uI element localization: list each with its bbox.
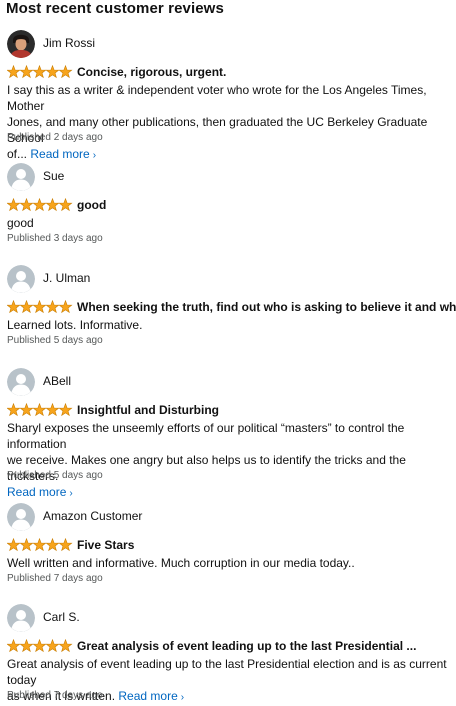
review-body-line: Well written and informative. Much corru… [7,556,355,570]
star-icon [58,639,73,653]
star-icon [45,300,60,314]
review-title[interactable]: Five Stars [77,538,134,552]
star-icon [32,198,47,212]
review-item: ABell Insightful and Disturbing Sharyl exp… [0,368,456,499]
section-heading: Most recent customer reviews [6,0,224,17]
star-icon [7,198,21,212]
star-icon [32,65,47,79]
reviewer-profile[interactable]: J. Ulman [0,265,456,293]
review-title[interactable]: good [77,198,106,212]
star-icon [7,639,21,653]
review-body-line: Learned lots. Informative. [7,318,143,332]
star-icon [7,65,21,79]
reviewer-name[interactable]: J. Ulman [43,271,90,285]
star-icon [7,300,21,314]
review-body: Well written and informative. Much corru… [7,555,447,571]
default-avatar-icon[interactable] [7,503,35,531]
review-item: Jim Rossi Concise, rigorous, urgent. I say… [0,30,456,161]
star-icon [19,300,34,314]
star-rating[interactable] [7,300,73,314]
reviewer-name[interactable]: Jim Rossi [43,36,95,50]
reviews-page: Most recent customer reviews Jim Rossi Co… [0,0,456,705]
reviewer-profile[interactable]: Jim Rossi [0,30,456,58]
chevron-right-icon: › [180,692,185,703]
published-date: Published 7 days ago [7,573,103,584]
star-icon [58,538,73,552]
star-icon [19,65,34,79]
star-icon [32,403,47,417]
published-date: Published 3 days ago [7,233,103,244]
read-more-row: Read more › [7,484,447,502]
review-body: Learned lots. Informative. [7,317,447,333]
review-body-line: I say this as a writer & independent vot… [7,83,427,113]
star-rating[interactable] [7,639,73,653]
review-body-line: good [7,216,34,230]
star-icon [45,403,60,417]
review-item: Sue good good Published 3 days ago [0,163,456,244]
review-body-line: of... Read more › [7,147,97,161]
review-body: Sharyl exposes the unseemly efforts of o… [7,420,447,502]
star-icon [19,403,34,417]
reviewer-name[interactable]: Sue [43,169,64,183]
star-icon [58,403,73,417]
published-date: Published 5 days ago [7,335,103,346]
review-item: Amazon Customer Five Stars Well written an… [0,503,456,584]
user-photo-icon[interactable] [7,30,35,58]
review-header: Insightful and Disturbing [7,403,219,417]
reviewer-profile[interactable]: Carl S. [0,604,456,632]
default-avatar-icon[interactable] [7,163,35,191]
read-more-link[interactable]: Read more [118,689,177,703]
review-header: Concise, rigorous, urgent. [7,65,226,79]
review-body: I say this as a writer & independent vot… [7,82,447,164]
review-item: Carl S. Great analysis of event leading u… [0,604,456,703]
review-header: When seeking the truth, find out who is … [7,300,456,314]
chevron-right-icon: › [92,150,97,161]
chevron-right-icon: › [69,488,73,499]
star-icon [19,198,34,212]
star-icon [45,639,60,653]
review-body-line: Great analysis of event leading up to th… [7,657,447,687]
star-icon [45,65,60,79]
star-icon [58,198,73,212]
star-icon [19,639,34,653]
star-icon [7,538,21,552]
reviewer-profile[interactable]: Sue [0,163,456,191]
review-header: Great analysis of event leading up to th… [7,639,416,653]
read-more-link[interactable]: Read more [30,147,89,161]
review-item: J. Ulman When seeking the truth, find out… [0,265,456,346]
star-icon [19,538,34,552]
reviewer-profile[interactable]: ABell [0,368,456,396]
star-icon [32,538,47,552]
star-icon [58,300,73,314]
star-icon [58,65,73,79]
review-body: good [7,215,447,231]
review-title[interactable]: When seeking the truth, find out who is … [77,300,456,314]
star-icon [45,198,60,212]
star-icon [7,403,21,417]
star-icon [45,538,60,552]
default-avatar-icon[interactable] [7,604,35,632]
review-title[interactable]: Concise, rigorous, urgent. [77,65,226,79]
review-header: good [7,198,106,212]
published-date: Published 2 days ago [7,132,103,143]
star-icon [32,639,47,653]
review-title[interactable]: Insightful and Disturbing [77,403,219,417]
published-date: Published 5 days ago [7,470,103,481]
reviewer-name[interactable]: Carl S. [43,610,80,624]
star-rating[interactable] [7,538,73,552]
star-icon [32,300,47,314]
published-date: Published 7 days ago [7,690,103,701]
review-header: Five Stars [7,538,134,552]
star-rating[interactable] [7,403,73,417]
star-rating[interactable] [7,198,73,212]
default-avatar-icon[interactable] [7,265,35,293]
review-body-line: Sharyl exposes the unseemly efforts of o… [7,421,405,451]
reviewer-name[interactable]: ABell [43,374,71,388]
reviewer-profile[interactable]: Amazon Customer [0,503,456,531]
default-avatar-icon[interactable] [7,368,35,396]
review-title[interactable]: Great analysis of event leading up to th… [77,639,416,653]
reviewer-name[interactable]: Amazon Customer [43,509,142,523]
star-rating[interactable] [7,65,73,79]
read-more-link[interactable]: Read more [7,485,66,499]
